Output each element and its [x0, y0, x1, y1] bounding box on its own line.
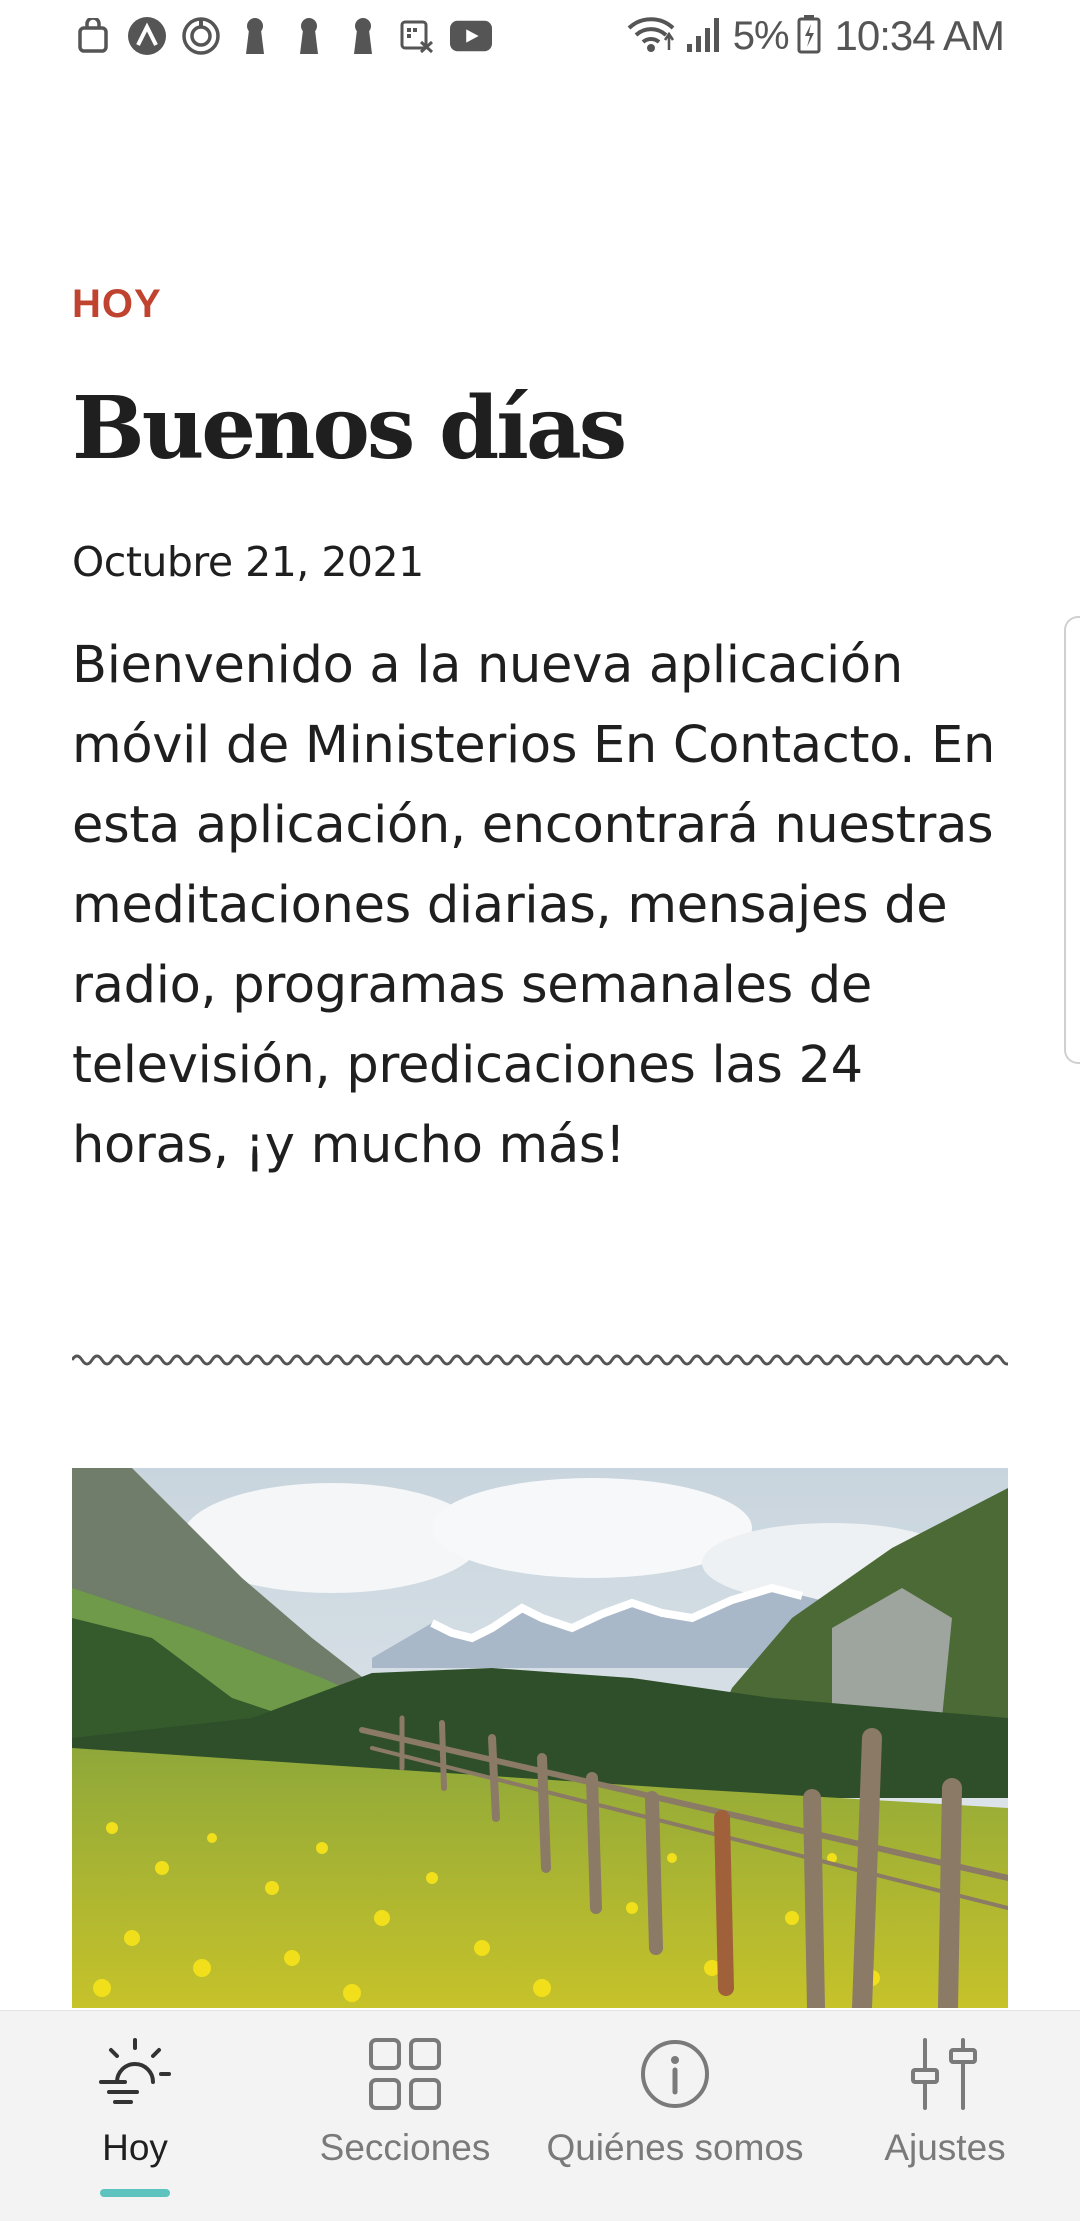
sliders-icon	[900, 2029, 990, 2119]
nav-item-hoy[interactable]: Hoy	[0, 2011, 270, 2221]
grid-icon	[360, 2029, 450, 2119]
notification-icons	[72, 14, 492, 58]
wifi-icon	[625, 14, 677, 59]
status-clock: 10:34 AM	[834, 12, 1005, 59]
welcome-message: Bienvenido a la nueva aplicación móvil d…	[72, 636, 995, 1175]
nav-label-hoy: Hoy	[102, 2127, 168, 2168]
dex-icon	[396, 15, 438, 57]
sync-icon	[180, 15, 222, 57]
keyhole-icon	[342, 15, 384, 57]
battery-percent: 5%	[732, 13, 790, 58]
sun-icon	[90, 2029, 180, 2119]
battery-icon	[797, 14, 821, 59]
keyhole-icon	[234, 15, 276, 57]
active-tab-indicator	[100, 2189, 170, 2197]
nav-label-secciones: Secciones	[319, 2127, 491, 2168]
keyhole-icon	[288, 15, 330, 57]
date-text: Octubre 21, 2021	[72, 538, 424, 586]
nav-item-quienes-somos[interactable]: Quiénes somos	[540, 2011, 810, 2221]
edge-panel-handle[interactable]	[1064, 616, 1080, 1064]
youtube-icon	[450, 15, 492, 57]
alpine-meadow-illustration	[72, 1468, 1008, 2008]
app-a-icon	[126, 15, 168, 57]
greeting-title: Buenos días	[72, 378, 627, 479]
system-status: 5% 10:34 AM	[625, 12, 1005, 60]
nav-item-ajustes[interactable]: Ajustes	[810, 2011, 1080, 2221]
status-bar: 5% 10:34 AM	[0, 0, 1080, 72]
nav-label-quienes-somos: Quiénes somos	[546, 2127, 804, 2168]
hero-image	[72, 1468, 1008, 2008]
info-icon	[630, 2029, 720, 2119]
wavy-divider	[72, 1354, 1008, 1366]
section-label: HOY	[72, 282, 162, 326]
bottom-navigation: Hoy Secciones Quiénes somos Ajustes	[0, 2010, 1080, 2221]
nav-label-ajustes: Ajustes	[884, 2127, 1006, 2168]
bag-icon	[72, 15, 114, 57]
signal-icon	[685, 14, 725, 59]
nav-item-secciones[interactable]: Secciones	[270, 2011, 540, 2221]
